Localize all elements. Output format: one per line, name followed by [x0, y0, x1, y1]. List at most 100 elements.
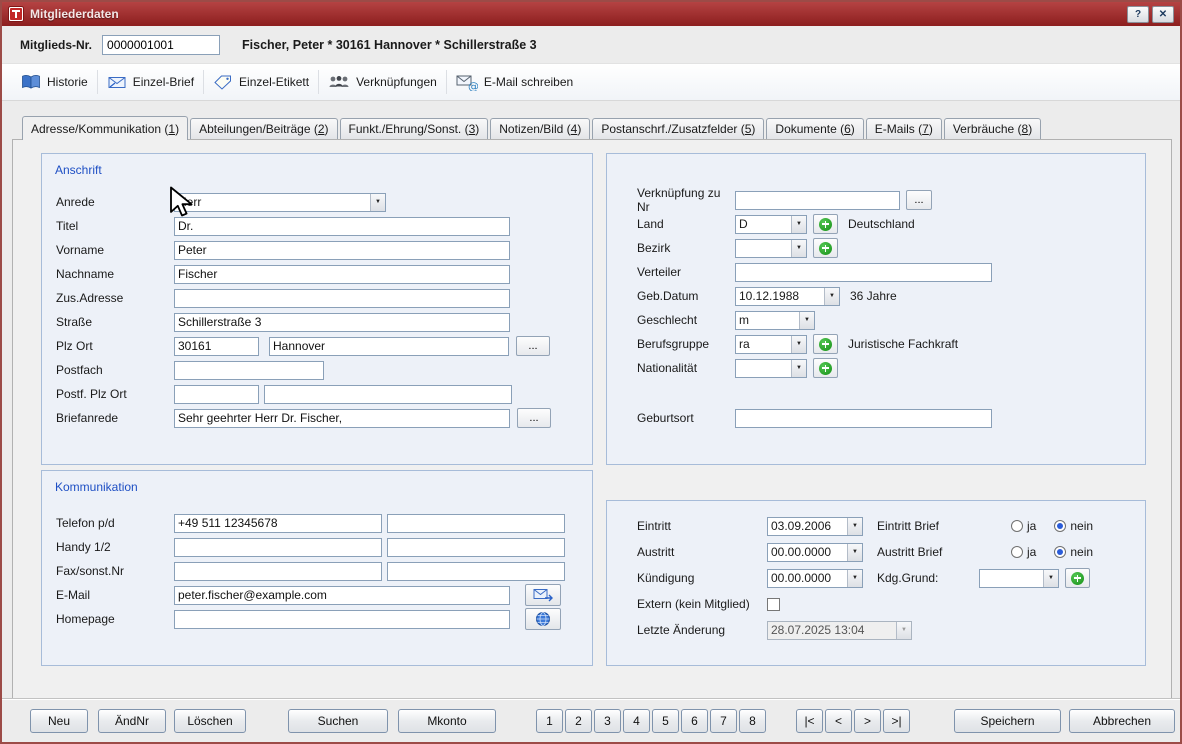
briefanrede-lookup-button[interactable]: ... — [517, 408, 551, 428]
tab-funkt-ehrung-sonst[interactable]: Funkt./Ehrung/Sonst. (3) — [340, 118, 489, 139]
toolbar-item-email-schreiben[interactable]: @ E-Mail schreiben — [447, 67, 582, 97]
berufsgruppe-text: Juristische Fachkraft — [848, 337, 958, 351]
geschlecht-row: Geschlecht m▼ — [607, 308, 1145, 332]
nav-last-button[interactable]: >| — [883, 709, 910, 733]
postfach-input[interactable] — [174, 361, 324, 380]
tab-label: Dokumente (6) — [775, 122, 854, 136]
mkonto-button[interactable]: Mkonto — [398, 709, 496, 733]
telefon1-input[interactable] — [174, 514, 382, 533]
close-button[interactable]: ✕ — [1152, 6, 1174, 23]
email-input[interactable] — [174, 586, 510, 605]
telefon2-input[interactable] — [387, 514, 565, 533]
tab-notizen-bild[interactable]: Notizen/Bild (4) — [490, 118, 590, 139]
toolbar-item-verknuepfungen[interactable]: Verknüpfungen — [319, 67, 446, 97]
land-select[interactable]: D▼ — [735, 215, 807, 234]
plz-input[interactable] — [174, 337, 259, 356]
toolbar-item-historie[interactable]: Historie — [12, 67, 97, 97]
extern-checkbox[interactable] — [767, 598, 780, 611]
strasse-input[interactable] — [174, 313, 510, 332]
loeschen-button[interactable]: Löschen — [174, 709, 246, 733]
dropdown-arrow-icon: ▼ — [847, 518, 862, 535]
page-button-2[interactable]: 2 — [565, 709, 592, 733]
geb-datum-select[interactable]: 10.12.1988▼ — [735, 287, 840, 306]
briefanrede-input[interactable] — [174, 409, 510, 428]
postf-plz-input[interactable] — [174, 385, 259, 404]
bezirk-select[interactable]: ▼ — [735, 239, 807, 258]
toolbar-item-einzel-brief[interactable]: Einzel-Brief — [98, 67, 203, 97]
tab-label: Notizen/Bild (4) — [499, 122, 581, 136]
titel-input[interactable] — [174, 217, 510, 236]
page-button-4[interactable]: 4 — [623, 709, 650, 733]
tab-postanschrift-zusatzfelder[interactable]: Postanschrf./Zusatzfelder (5) — [592, 118, 764, 139]
toolbar-item-einzel-etikett[interactable]: Einzel-Etikett — [204, 67, 318, 97]
age-text: 36 Jahre — [850, 289, 897, 303]
nationalitaet-add-button[interactable] — [813, 358, 838, 378]
nationalitaet-select[interactable]: ▼ — [735, 359, 807, 378]
tab-text: Postanschrf./Zusatzfelder ( — [601, 122, 744, 136]
vorname-input[interactable] — [174, 241, 510, 260]
eintritt-brief-ja-radio[interactable]: ja — [1011, 519, 1036, 533]
postf-plz-ort-label: Postf. Plz Ort — [56, 387, 174, 401]
verknuepfung-input[interactable] — [735, 191, 900, 210]
postf-ort-input[interactable] — [264, 385, 512, 404]
open-homepage-button[interactable] — [525, 608, 561, 630]
kdg-grund-select[interactable]: ▼ — [979, 569, 1059, 588]
eintritt-brief-nein-radio[interactable]: nein — [1054, 519, 1093, 533]
homepage-input[interactable] — [174, 610, 510, 629]
fax2-input[interactable] — [387, 562, 565, 581]
land-add-button[interactable] — [813, 214, 838, 234]
aendnr-button[interactable]: ÄndNr — [98, 709, 166, 733]
handy2-input[interactable] — [387, 538, 565, 557]
titlebar[interactable]: Mitgliederdaten ? ✕ — [2, 2, 1180, 26]
berufsgruppe-select[interactable]: ra▼ — [735, 335, 807, 354]
speichern-button[interactable]: Speichern — [954, 709, 1061, 733]
verknuepfung-lookup-button[interactable]: ... — [906, 190, 932, 210]
page-button-1[interactable]: 1 — [536, 709, 563, 733]
nachname-input[interactable] — [174, 265, 510, 284]
anrede-select[interactable]: Herr▼ — [174, 193, 386, 212]
send-email-button[interactable] — [525, 584, 561, 606]
page-button-5[interactable]: 5 — [652, 709, 679, 733]
bezirk-add-button[interactable] — [813, 238, 838, 258]
handy1-input[interactable] — [174, 538, 382, 557]
help-button[interactable]: ? — [1127, 6, 1149, 23]
page-button-3[interactable]: 3 — [594, 709, 621, 733]
nav-next-button[interactable]: > — [854, 709, 881, 733]
geburtsort-input[interactable] — [735, 409, 992, 428]
ort-input[interactable] — [269, 337, 509, 356]
bezirk-row: Bezirk ▼ — [607, 236, 1145, 260]
member-no-input[interactable] — [102, 35, 220, 55]
abbrechen-button[interactable]: Abbrechen — [1069, 709, 1175, 733]
kuendigung-row: Kündigung 00.00.0000▼ Kdg.Grund: ▼ — [607, 565, 1145, 591]
austritt-brief-nein-radio[interactable]: nein — [1054, 545, 1093, 559]
austritt-brief-label: Austritt Brief — [877, 545, 977, 559]
suchen-button[interactable]: Suchen — [288, 709, 388, 733]
tab-text: E-Mails ( — [875, 122, 922, 136]
tab-verbraeuche[interactable]: Verbräuche (8) — [944, 118, 1041, 139]
austritt-date-select[interactable]: 00.00.0000▼ — [767, 543, 863, 562]
page-button-7[interactable]: 7 — [710, 709, 737, 733]
verteiler-input[interactable] — [735, 263, 992, 282]
plz-ort-lookup-button[interactable]: ... — [516, 336, 550, 356]
nav-first-button[interactable]: |< — [796, 709, 823, 733]
zus-adresse-input[interactable] — [174, 289, 510, 308]
eintritt-date-select[interactable]: 03.09.2006▼ — [767, 517, 863, 536]
tab-dokumente[interactable]: Dokumente (6) — [766, 118, 863, 139]
tab-label: Adresse/Kommunikation (1) — [31, 122, 179, 136]
telefon-row: Telefon p/d — [42, 511, 592, 535]
neu-button[interactable]: Neu — [30, 709, 88, 733]
nav-prev-button[interactable]: < — [825, 709, 852, 733]
tab-emails[interactable]: E-Mails (7) — [866, 118, 942, 139]
dropdown-arrow-icon: ▼ — [799, 312, 814, 329]
berufsgruppe-add-button[interactable] — [813, 334, 838, 354]
kuendigung-date-select[interactable]: 00.00.0000▼ — [767, 569, 863, 588]
geschlecht-select[interactable]: m▼ — [735, 311, 815, 330]
austritt-brief-ja-radio[interactable]: ja — [1011, 545, 1036, 559]
page-button-8[interactable]: 8 — [739, 709, 766, 733]
tab-adresse-kommunikation[interactable]: Adresse/Kommunikation (1) — [22, 116, 188, 140]
geb-datum-label: Geb.Datum — [637, 289, 735, 303]
fax1-input[interactable] — [174, 562, 382, 581]
tab-abteilungen-beitraege[interactable]: Abteilungen/Beiträge (2) — [190, 118, 337, 139]
page-button-6[interactable]: 6 — [681, 709, 708, 733]
kdg-grund-add-button[interactable] — [1065, 568, 1090, 588]
